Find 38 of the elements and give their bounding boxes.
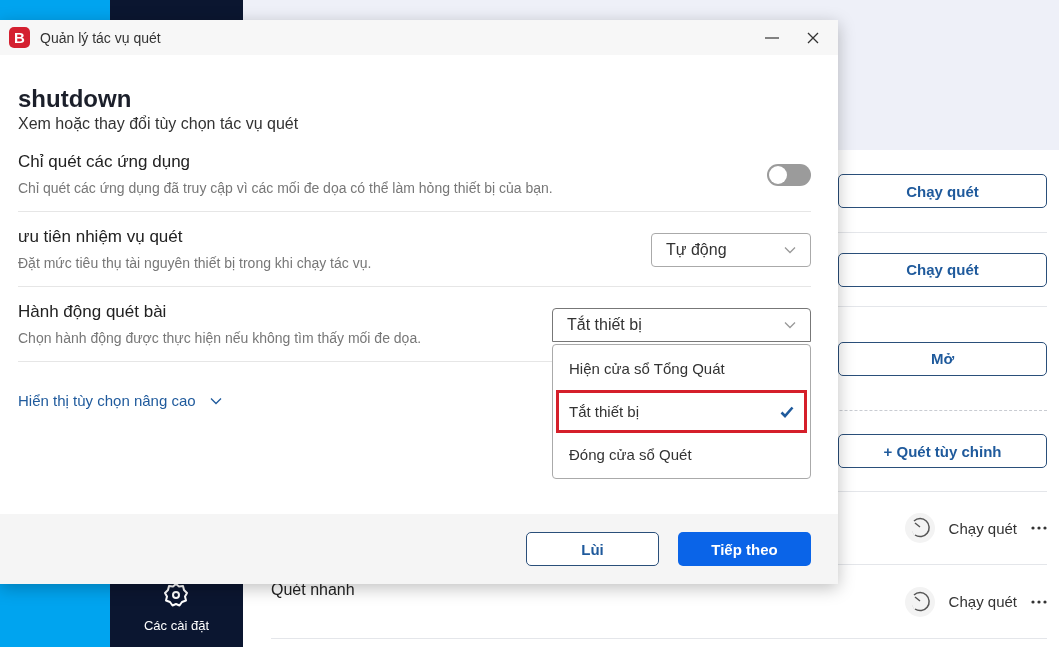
check-icon: [780, 405, 794, 418]
action-button[interactable]: Chạy quét: [838, 174, 1047, 208]
chevron-down-icon: [784, 321, 796, 329]
run-scan-link[interactable]: Chạy quét: [948, 593, 1017, 610]
run-scan-link[interactable]: Chạy quét: [948, 519, 1017, 537]
chevron-down-icon: [784, 246, 796, 254]
setting-description: Chọn hành động được thực hiện nếu không tìm thấy mối đe dọa.: [18, 329, 422, 348]
gear-icon[interactable]: [163, 582, 190, 608]
setting-title: Hành động quét bài: [18, 301, 168, 323]
advanced-options-link[interactable]: Hiển thị tùy chọn nâng cao: [18, 392, 222, 409]
app-logo: B: [9, 27, 30, 48]
back-button[interactable]: Lùi: [526, 532, 659, 566]
clock-icon: [904, 586, 935, 617]
dialog-heading: shutdown: [18, 85, 133, 113]
toggle-switch[interactable]: [767, 164, 811, 186]
close-icon: [806, 30, 820, 45]
next-button[interactable]: Tiếp theo: [678, 532, 811, 566]
dropdown-option[interactable]: Hiện cửa sổ Tổng Quát: [556, 347, 807, 390]
action-button[interactable]: Mở: [838, 341, 1047, 376]
setting-description: Chỉ quét các ứng dụng đã truy cập vì các mối đe dọa có thể làm hỏng thiết bị của bạn.: [18, 179, 553, 198]
minimize-icon: [764, 36, 780, 39]
clock-icon: [904, 513, 935, 543]
action-button[interactable]: + Quét tùy chỉnh: [838, 434, 1047, 468]
setting-title: Chỉ quét các ứng dụng: [18, 151, 192, 173]
chevron-icon: [209, 396, 222, 405]
dropdown-option[interactable]: Đóng cửa sổ Quét: [556, 433, 807, 476]
dialog-subtitle: Xem hoặc thay đổi tùy chọn tác vụ quét: [18, 115, 300, 133]
dropdown-option[interactable]: Tắt thiết bị: [556, 390, 807, 433]
setting-title: ưu tiên nhiệm vụ quét: [18, 226, 184, 248]
action-button[interactable]: Chạy quét: [838, 252, 1047, 287]
setting-description: Đặt mức tiêu thụ tài nguyên thiết bị trong khi chạy tác vụ.: [18, 254, 372, 273]
window-title: Quản lý tác vụ quét: [40, 29, 162, 46]
scan-name: Quét nhanh: [271, 581, 355, 599]
dropdown[interactable]: Tự động: [651, 233, 811, 267]
dropdown[interactable]: Tắt thiết bị: [552, 308, 811, 342]
more-icon[interactable]: [1031, 526, 1047, 530]
sidebar-label[interactable]: Các cài đặt: [143, 618, 209, 633]
more-icon[interactable]: [1031, 599, 1047, 604]
